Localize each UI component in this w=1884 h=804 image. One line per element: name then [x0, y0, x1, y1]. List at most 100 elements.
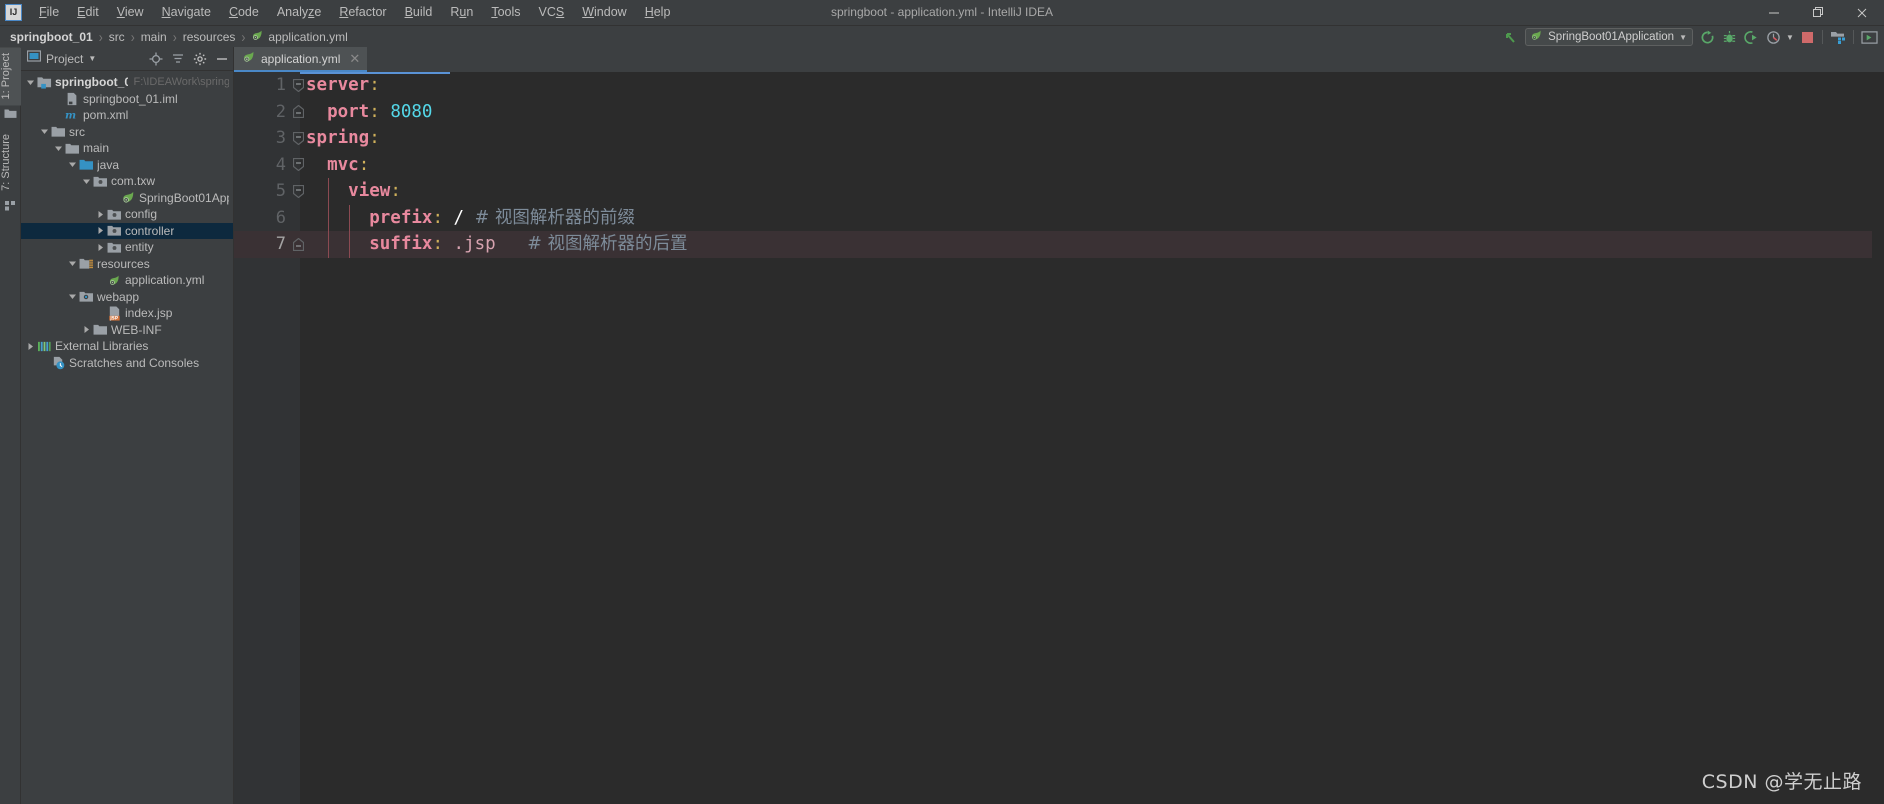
chevron-down-icon[interactable]: [25, 78, 36, 87]
run-with-coverage-button[interactable]: [1740, 26, 1762, 48]
run-configuration-selector[interactable]: SpringBoot01Application ▼: [1525, 28, 1693, 46]
menu-item-build[interactable]: Build: [396, 2, 442, 23]
tree-item-controller[interactable]: controller: [21, 222, 233, 239]
sidebar-item-project[interactable]: 1: Project: [0, 47, 21, 106]
menu-item-tools[interactable]: Tools: [482, 2, 529, 23]
breadcrumb-label: src: [108, 29, 125, 44]
chevron-right-icon[interactable]: [95, 243, 106, 252]
hide-panel-button[interactable]: [211, 48, 233, 70]
line-number: 3: [275, 128, 286, 148]
code-line-2[interactable]: 2 port: 8080: [234, 99, 1884, 126]
tree-item-com-txw[interactable]: com.txw: [21, 173, 233, 190]
tree-item-java[interactable]: java: [21, 157, 233, 174]
tree-item-index-jsp[interactable]: JSP index.jsp: [21, 305, 233, 322]
menu-item-code[interactable]: Code: [220, 2, 268, 23]
search-everywhere-button[interactable]: [1858, 26, 1880, 48]
chevron-down-icon[interactable]: [39, 127, 50, 136]
tree-item-scratches-and-consoles[interactable]: Scratches and Consoles: [21, 355, 233, 372]
chevron-right-icon[interactable]: [95, 226, 106, 235]
chevron-down-icon[interactable]: [81, 177, 92, 186]
tree-item-main[interactable]: main: [21, 140, 233, 157]
main-menu: File Edit View Navigate Code Analyze Refactor B…: [30, 2, 679, 23]
intellij-logo-icon: IJ: [5, 4, 22, 21]
code-lines[interactable]: 1 server: 2 port: 8080 3 spring: 4 mvc: 5 view…: [234, 72, 1884, 804]
tree-item-label: config: [125, 207, 158, 222]
project-structure-button[interactable]: [1827, 26, 1849, 48]
code-text: server:: [306, 75, 380, 95]
close-icon[interactable]: ✕: [349, 51, 360, 67]
chevron-down-icon[interactable]: ▼: [88, 54, 96, 63]
restore-button[interactable]: [1796, 0, 1840, 25]
fold-marker-icon[interactable]: [292, 231, 305, 258]
run-toolbar: SpringBoot01Application ▼ ▼: [1500, 26, 1884, 48]
project-panel-header: Project ▼: [21, 47, 233, 71]
fold-marker-icon[interactable]: [292, 72, 305, 99]
breadcrumb-item-resources[interactable]: resources: [180, 29, 239, 45]
menu-item-view[interactable]: View: [108, 2, 153, 23]
tree-item-pom-xml[interactable]: m pom.xml: [21, 107, 233, 124]
menu-item-file[interactable]: File: [30, 2, 68, 23]
rerun-button[interactable]: [1696, 26, 1718, 48]
chevron-right-icon[interactable]: [25, 342, 36, 351]
collapse-all-button[interactable]: [167, 48, 189, 70]
chevron-down-icon[interactable]: [67, 292, 78, 301]
fold-marker-icon[interactable]: [292, 152, 305, 179]
menu-item-run[interactable]: Run: [441, 2, 482, 23]
tab-application-yml[interactable]: application.yml ✕: [234, 47, 368, 72]
code-line-7[interactable]: 7 suffix: .jsp # 视图解析器的后置: [234, 231, 1884, 258]
chevron-down-icon[interactable]: [67, 259, 78, 268]
breadcrumb-item-application-yml[interactable]: application.yml: [248, 28, 350, 46]
menu-item-window[interactable]: Window: [573, 2, 635, 23]
menu-item-refactor[interactable]: Refactor: [330, 2, 395, 23]
editor-scrollbar[interactable]: [1872, 72, 1884, 804]
code-editor[interactable]: 1 server: 2 port: 8080 3 spring: 4 mvc: 5 view…: [234, 72, 1884, 804]
tree-item-application-yml[interactable]: application.yml: [21, 272, 233, 289]
code-line-5[interactable]: 5 view:: [234, 178, 1884, 205]
tree-item-external-libraries[interactable]: External Libraries: [21, 338, 233, 355]
breadcrumb-separator: ›: [241, 27, 246, 46]
breadcrumb-item-src[interactable]: src: [106, 29, 128, 45]
tree-item-webapp[interactable]: webapp: [21, 289, 233, 306]
menu-item-vcs[interactable]: VCS: [530, 2, 574, 23]
tree-item-src[interactable]: src: [21, 124, 233, 141]
code-line-6[interactable]: 6 prefix: / # 视图解析器的前缀: [234, 204, 1884, 231]
fold-marker-icon[interactable]: [292, 99, 305, 126]
fold-marker-icon[interactable]: [292, 178, 305, 205]
window-controls: [1752, 0, 1884, 25]
chevron-down-icon[interactable]: [53, 144, 64, 153]
minimize-button[interactable]: [1752, 0, 1796, 25]
code-line-1[interactable]: 1 server:: [234, 72, 1884, 99]
menu-item-navigate[interactable]: Navigate: [153, 2, 220, 23]
editor-area: application.yml ✕ 1 server: 2 port: 8080 3 s…: [234, 47, 1884, 804]
tree-item-springboot01applicati[interactable]: SpringBoot01Applicati: [21, 190, 233, 207]
code-line-3[interactable]: 3 spring:: [234, 125, 1884, 152]
locate-file-button[interactable]: [145, 48, 167, 70]
tree-item-springboot-01-iml[interactable]: springboot_01.iml: [21, 91, 233, 108]
menu-item-help[interactable]: Help: [636, 2, 680, 23]
fold-marker-icon[interactable]: [292, 125, 305, 152]
sidebar-item-structure[interactable]: 7: Structure: [0, 128, 21, 197]
breadcrumb-item-main[interactable]: main: [138, 29, 170, 45]
tree-item-entity[interactable]: entity: [21, 239, 233, 256]
back-arrow-icon[interactable]: [1500, 26, 1522, 48]
menu-item-analyze[interactable]: Analyze: [268, 2, 330, 23]
chevron-right-icon[interactable]: [95, 210, 106, 219]
code-line-4[interactable]: 4 mvc:: [234, 152, 1884, 179]
tree-item-springboot-01[interactable]: springboot_01 F:\IDEAWork\springbo: [21, 74, 233, 91]
package-icon: [106, 206, 122, 222]
chevron-down-icon[interactable]: [67, 160, 78, 169]
chevron-down-icon[interactable]: ▼: [1679, 33, 1687, 42]
tree-item-resources[interactable]: resources: [21, 256, 233, 273]
tree-item-web-inf[interactable]: WEB-INF: [21, 322, 233, 339]
menu-item-edit[interactable]: Edit: [68, 2, 108, 23]
debug-button[interactable]: [1718, 26, 1740, 48]
breadcrumb-item-springboot-01[interactable]: springboot_01: [7, 29, 96, 45]
chevron-right-icon[interactable]: [81, 325, 92, 334]
tree-item-label: SpringBoot01Applicati: [139, 190, 229, 205]
tree-item-config[interactable]: config: [21, 206, 233, 223]
stop-button[interactable]: [1796, 26, 1818, 48]
gear-icon[interactable]: [189, 48, 211, 70]
profiler-button[interactable]: [1762, 26, 1784, 48]
close-button[interactable]: [1840, 0, 1884, 25]
profiler-dropdown-icon[interactable]: ▼: [1784, 26, 1796, 48]
